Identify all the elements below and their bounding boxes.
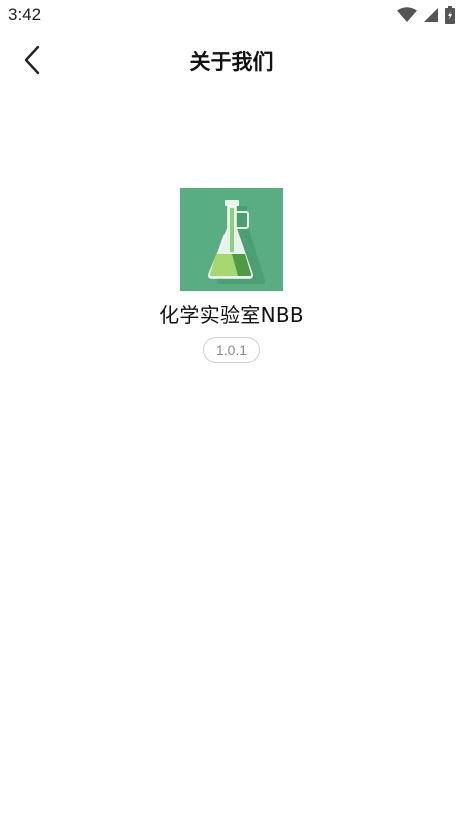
signal-icon (423, 7, 439, 27)
nav-bar: 关于我们 (0, 36, 463, 88)
battery-icon (445, 6, 455, 28)
app-info: 化学实验室NBB 1.0.1 (0, 188, 463, 363)
app-name: 化学实验室NBB (159, 303, 304, 327)
status-icons (397, 6, 455, 28)
status-bar: 3:42 (0, 0, 463, 30)
wifi-icon (397, 7, 417, 27)
app-logo (180, 188, 283, 291)
version-badge: 1.0.1 (202, 337, 261, 363)
status-time: 3:42 (8, 5, 42, 24)
page-title: 关于我们 (189, 50, 274, 74)
flask-icon (180, 200, 283, 295)
